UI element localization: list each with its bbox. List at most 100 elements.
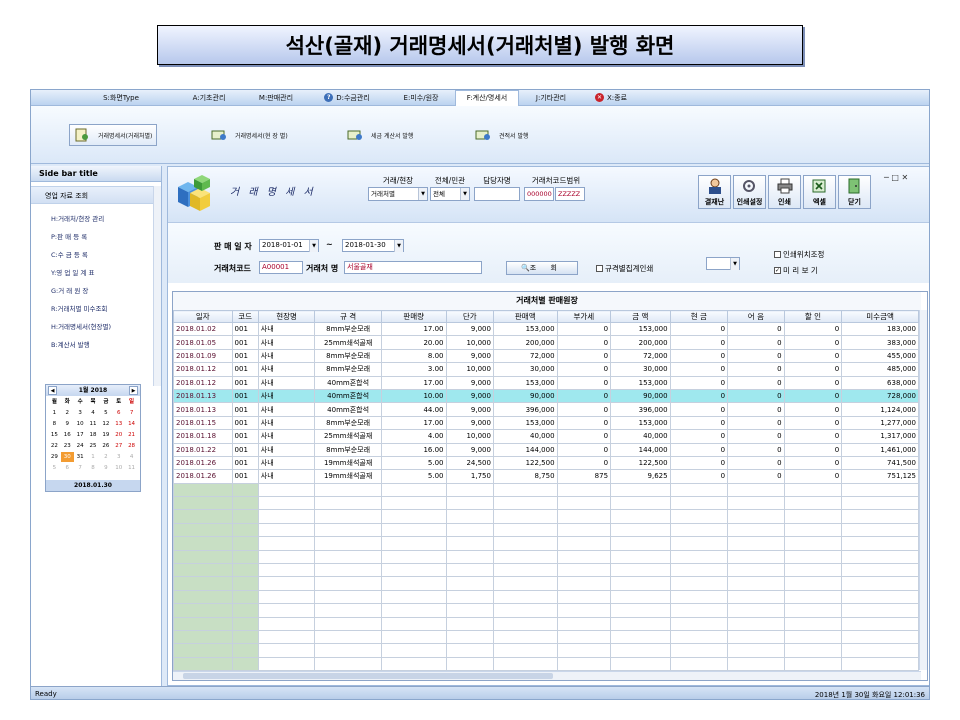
column-header[interactable]: 현장명 (257, 310, 316, 323)
table-cell[interactable]: 001 (231, 402, 259, 417)
column-header[interactable]: 금 액 (610, 310, 671, 323)
table-cell[interactable]: 9,000 (445, 442, 494, 457)
column-header[interactable]: 판매량 (380, 310, 447, 323)
calendar-day[interactable]: 13 (112, 419, 125, 429)
table-cell[interactable]: 0 (669, 442, 729, 457)
column-header[interactable]: 부가세 (556, 310, 612, 323)
table-cell[interactable]: 사내 (257, 442, 316, 457)
column-header[interactable]: 어 음 (727, 310, 785, 323)
sidebar-item-daily-report[interactable]: Y:영 업 일 계 표 (51, 264, 161, 282)
table-cell[interactable]: 0 (783, 455, 843, 471)
table-cell[interactable]: 728,000 (841, 388, 919, 404)
table-cell[interactable]: 0 (727, 442, 785, 457)
table-cell[interactable]: 001 (231, 362, 259, 377)
table-cell[interactable]: 1,317,000 (841, 429, 919, 444)
table-cell[interactable]: 0 (727, 469, 785, 484)
table-row[interactable]: 2018.01.12 001 사내 8mm부순모래 3.00 10,000 30,000 0 3… (173, 362, 919, 377)
table-cell[interactable]: 0 (669, 415, 729, 431)
date-from-input[interactable]: 2018-01-01 ▼ (259, 239, 319, 252)
table-cell[interactable]: 9,000 (445, 321, 494, 337)
table-cell[interactable]: 44.00 (380, 402, 447, 417)
table-cell[interactable]: 0 (669, 469, 729, 484)
grid-horizontal-scrollbar[interactable] (173, 671, 921, 680)
table-cell[interactable]: 396,000 (610, 402, 671, 417)
table-cell[interactable]: 19mm쇄석골재 (314, 455, 382, 471)
column-header[interactable]: 코드 (231, 310, 259, 323)
column-header[interactable]: 할 인 (783, 310, 843, 323)
print-button[interactable]: 인쇄 (768, 175, 801, 209)
table-row[interactable]: 2018.01.12 001 사내 40mm혼합석 17.00 9,000 153,000 0… (173, 375, 919, 390)
table-row[interactable]: 2018.01.09 001 사내 8mm부순모래 8.00 9,000 72,000 0 72… (173, 348, 919, 364)
column-header[interactable]: 일자 (173, 310, 233, 323)
table-cell[interactable]: 2018.01.26 (173, 455, 233, 471)
calendar-day[interactable]: 25 (87, 441, 100, 451)
print-count-select[interactable]: ▼ (706, 257, 740, 270)
table-cell[interactable]: 4.00 (380, 429, 447, 444)
table-row[interactable]: 2018.01.05 001 사내 25mm쇄석골재 20.00 10,000 200,00… (173, 335, 919, 350)
ribbon-tax-invoice[interactable]: 세금 계산서 발행 (343, 124, 417, 146)
sidebar-section[interactable]: 영업 자료 조회 (31, 186, 161, 204)
calendar-day[interactable]: 23 (61, 441, 74, 451)
table-cell[interactable]: 0 (669, 455, 729, 471)
table-cell[interactable]: 751,125 (841, 469, 919, 484)
sidebar-item-sales-entry[interactable]: P:판 매 등 록 (51, 228, 161, 246)
calendar-day[interactable]: 10 (74, 419, 87, 429)
table-cell[interactable]: 0 (669, 335, 729, 350)
table-cell[interactable]: 2018.01.12 (173, 362, 233, 377)
calendar-day[interactable]: 4 (87, 408, 100, 418)
table-cell[interactable]: 001 (231, 375, 259, 390)
range-from-input[interactable]: 000000 (524, 187, 554, 201)
table-cell[interactable]: 0 (783, 469, 843, 484)
sidebar-item-client-site[interactable]: H:거래처/현장 관리 (51, 210, 161, 228)
table-cell[interactable]: 0 (783, 335, 843, 350)
calendar-day[interactable]: 3 (74, 408, 87, 418)
table-cell[interactable]: 2018.01.05 (173, 335, 233, 350)
table-cell[interactable]: 875 (556, 469, 612, 484)
calendar-day[interactable]: 4 (125, 452, 138, 462)
trade-select[interactable]: 거래처별 ▼ (368, 187, 428, 201)
table-cell[interactable]: 19mm쇄석골재 (314, 469, 382, 484)
calendar-day[interactable]: 10 (112, 463, 125, 473)
table-cell[interactable]: 5.00 (380, 455, 447, 471)
calendar-day[interactable]: 27 (112, 441, 125, 451)
table-row[interactable]: 2018.01.15 001 사내 8mm부순모래 17.00 9,000 153,000 0… (173, 415, 919, 431)
table-cell[interactable]: 0 (727, 415, 785, 431)
table-cell[interactable]: 200,000 (610, 335, 671, 350)
table-cell[interactable]: 사내 (257, 455, 316, 471)
table-cell[interactable]: 90,000 (492, 388, 558, 404)
table-cell[interactable]: 10,000 (445, 362, 494, 377)
scroll-thumb[interactable] (183, 673, 553, 679)
table-cell[interactable]: 0 (727, 375, 785, 390)
calendar-day[interactable]: 20 (112, 430, 125, 440)
calendar-day[interactable]: 28 (125, 441, 138, 451)
calendar-day[interactable]: 8 (87, 463, 100, 473)
calendar-day[interactable]: 31 (74, 452, 87, 462)
preview-checkbox[interactable]: ✓ 미 리 보 기 (774, 265, 818, 276)
table-cell[interactable]: 0 (669, 362, 729, 377)
table-cell[interactable]: 001 (231, 348, 259, 364)
table-cell[interactable]: 10.00 (380, 388, 447, 404)
table-cell[interactable]: 0 (783, 362, 843, 377)
table-cell[interactable]: 사내 (257, 362, 316, 377)
sidebar-item-collection-entry[interactable]: C:수 금 등 록 (51, 246, 161, 264)
table-cell[interactable]: 10,000 (445, 429, 494, 444)
table-cell[interactable]: 40mm혼합석 (314, 402, 382, 417)
table-cell[interactable]: 153,000 (610, 321, 671, 337)
calendar-day[interactable]: 6 (61, 463, 74, 473)
search-button[interactable]: 🔍조 회 (506, 261, 578, 275)
table-cell[interactable]: 30,000 (610, 362, 671, 377)
table-cell[interactable]: 17.00 (380, 321, 447, 337)
table-cell[interactable]: 8mm부순모래 (314, 415, 382, 431)
table-cell[interactable]: 485,000 (841, 362, 919, 377)
table-cell[interactable]: 122,500 (492, 455, 558, 471)
table-cell[interactable]: 40mm혼합석 (314, 388, 382, 404)
ribbon-statement-by-client[interactable]: 거래명세서(거래처별) (69, 124, 158, 146)
table-cell[interactable]: 0 (727, 321, 785, 337)
table-cell[interactable]: 2018.01.13 (173, 402, 233, 417)
table-cell[interactable]: 200,000 (492, 335, 558, 350)
calendar-day[interactable]: 17 (74, 430, 87, 440)
all-select[interactable]: 전체 ▼ (430, 187, 470, 201)
table-cell[interactable]: 153,000 (492, 321, 558, 337)
table-cell[interactable]: 0 (783, 402, 843, 417)
calendar-day[interactable]: 7 (125, 408, 138, 418)
